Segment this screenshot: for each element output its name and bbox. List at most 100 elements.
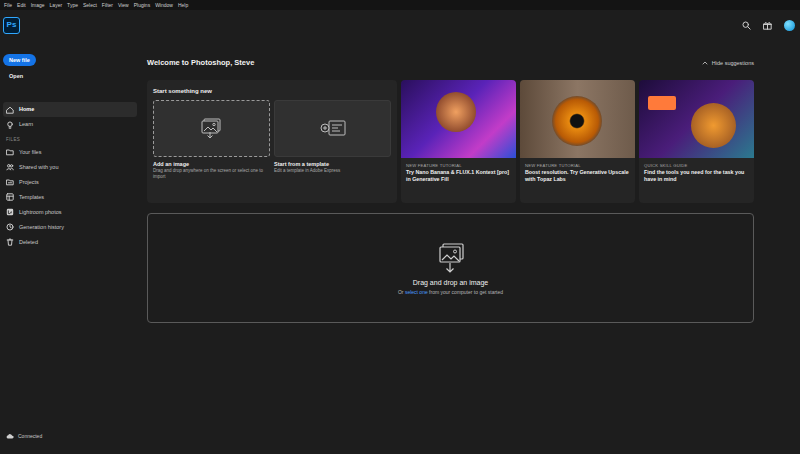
drop-text: from your computer to get started — [428, 289, 503, 295]
projects-icon — [6, 178, 14, 186]
drop-text: Or — [398, 289, 405, 295]
sidebar-item-label: Shared with you — [19, 164, 58, 171]
lightbulb-icon — [6, 121, 14, 129]
trash-icon — [6, 238, 14, 246]
history-icon — [6, 223, 14, 231]
start-title: Start something new — [153, 88, 391, 96]
sidebar-item[interactable]: Projects — [3, 175, 137, 190]
add-image-card[interactable]: Add an imageDrag and drop anywhere on th… — [153, 100, 270, 180]
tutorial-image[interactable] — [520, 80, 635, 158]
status-label: Connected — [18, 433, 42, 439]
main-content: Welcome to Photoshop, Steve Hide suggesti… — [140, 40, 800, 454]
menu-item[interactable]: Image — [31, 2, 45, 8]
tutorial-tag: QUICK SKILL GUIDE — [644, 163, 749, 168]
image-shape — [648, 96, 676, 110]
add-image-icon — [198, 117, 226, 139]
menu-item[interactable]: Type — [67, 2, 78, 8]
sidebar-item[interactable]: Learn — [3, 117, 137, 132]
drop-title: Drag and drop an image — [413, 279, 489, 288]
tutorial-text: NEW FEATURE TUTORIALTry Nano Banana & FL… — [401, 158, 516, 186]
sidebar-item[interactable]: Shared with you — [3, 160, 137, 175]
start-cards: Add an imageDrag and drop anywhere on th… — [153, 100, 391, 180]
sidebar-item[interactable]: Deleted — [3, 235, 137, 250]
sidebar-item[interactable]: Your files — [3, 145, 137, 160]
image-shape — [436, 92, 476, 132]
new-file-button[interactable]: New file — [3, 54, 36, 66]
sidebar-nav: Home Learn FILES Your files Shared with you P… — [3, 102, 137, 250]
sidebar: New file Open Home Learn FILES Your files Shar… — [0, 40, 140, 454]
lightroom-icon — [6, 208, 14, 216]
tutorial-image[interactable] — [639, 80, 754, 158]
card-title: Add an image — [153, 161, 270, 168]
tutorial-text: NEW FEATURE TUTORIALBoost resolution. Tr… — [520, 158, 635, 186]
people-icon — [6, 163, 14, 171]
card-title: Start from a template — [274, 161, 391, 168]
search-icon[interactable] — [742, 21, 751, 30]
app-logo[interactable]: Ps — [3, 17, 20, 34]
template-icon — [319, 117, 347, 139]
menu-bar: File Edit Image Layer Type Select Filter View Pl… — [0, 0, 800, 10]
hide-suggestions-button[interactable]: Hide suggestions — [702, 60, 754, 67]
menu-item[interactable]: Help — [178, 2, 188, 8]
card-preview[interactable] — [274, 100, 391, 157]
sidebar-item-label: Projects — [19, 179, 39, 186]
app-shell: New file Open Home Learn FILES Your files Shar… — [0, 40, 800, 454]
tutorial-image[interactable] — [401, 80, 516, 158]
template-card[interactable]: Start from a templateEdit a template in … — [274, 100, 391, 180]
sidebar-item-label: Learn — [19, 121, 33, 128]
menu-item[interactable]: Window — [155, 2, 173, 8]
top-bar: Ps — [0, 10, 800, 40]
card-preview[interactable] — [153, 100, 270, 157]
sidebar-item-label: Deleted — [19, 239, 38, 246]
drop-zone[interactable]: Drag and drop an imageOr select one from… — [147, 213, 754, 323]
sidebar-item[interactable]: Lightroom photos — [3, 205, 137, 220]
tutorial-text: QUICK SKILL GUIDEFind the tools you need… — [639, 158, 754, 186]
suggestions-row: Start something new Add an imageDrag and … — [147, 80, 754, 203]
menu-item[interactable]: Filter — [102, 2, 113, 8]
drop-subtitle: Or select one from your computer to get … — [398, 289, 503, 295]
tutorial-card[interactable]: NEW FEATURE TUTORIALBoost resolution. Tr… — [520, 80, 635, 203]
tutorial-card[interactable]: NEW FEATURE TUTORIALTry Nano Banana & FL… — [401, 80, 516, 203]
welcome-header: Welcome to Photoshop, Steve Hide suggesti… — [147, 57, 754, 69]
tutorial-card[interactable]: QUICK SKILL GUIDEFind the tools you need… — [639, 80, 754, 203]
start-panel: Start something new Add an imageDrag and … — [147, 80, 397, 203]
gift-icon[interactable] — [763, 21, 772, 30]
card-description: Drag and drop anywhere on the screen or … — [153, 168, 270, 179]
menu-item[interactable]: File — [4, 2, 12, 8]
template-icon — [6, 193, 14, 201]
card-description: Edit a template in Adobe Express — [274, 168, 391, 174]
tutorial-tag: NEW FEATURE TUTORIAL — [406, 163, 511, 168]
sidebar-item-label: Your files — [19, 149, 41, 156]
top-icons — [742, 20, 795, 31]
sidebar-item[interactable]: Home — [3, 102, 137, 117]
image-shape — [552, 96, 602, 146]
select-file-link[interactable]: select one — [405, 289, 428, 295]
sidebar-item-label: Home — [19, 106, 34, 113]
tutorial-title: Try Nano Banana & FLUX.1 Kontext [pro] i… — [406, 169, 511, 182]
files-section-header: FILES — [6, 137, 137, 143]
menu-item[interactable]: Plugins — [134, 2, 150, 8]
hide-suggestions-label: Hide suggestions — [712, 60, 754, 67]
avatar-icon[interactable] — [784, 20, 795, 31]
folder-icon — [6, 148, 14, 156]
cloud-icon — [6, 433, 14, 439]
tutorial-tag: NEW FEATURE TUTORIAL — [525, 163, 630, 168]
tutorial-title: Find the tools you need for the task you… — [644, 169, 749, 182]
home-icon — [6, 106, 14, 114]
tutorial-title: Boost resolution. Try Generative Upscale… — [525, 169, 630, 182]
image-upload-icon — [436, 241, 466, 275]
sidebar-item-label: Lightroom photos — [19, 209, 62, 216]
chevron-up-icon — [702, 61, 708, 65]
menu-item[interactable]: Layer — [50, 2, 63, 8]
menu-item[interactable]: View — [118, 2, 129, 8]
menu-item[interactable]: Edit — [17, 2, 26, 8]
sidebar-item-label: Templates — [19, 194, 44, 201]
sidebar-item[interactable]: Generation history — [3, 220, 137, 235]
sidebar-item-label: Generation history — [19, 224, 64, 231]
image-shape — [691, 103, 736, 148]
menu-item[interactable]: Select — [83, 2, 97, 8]
welcome-title: Welcome to Photoshop, Steve — [147, 58, 254, 67]
connection-status: Connected — [3, 433, 137, 454]
sidebar-item[interactable]: Templates — [3, 190, 137, 205]
open-button[interactable]: Open — [3, 70, 29, 82]
